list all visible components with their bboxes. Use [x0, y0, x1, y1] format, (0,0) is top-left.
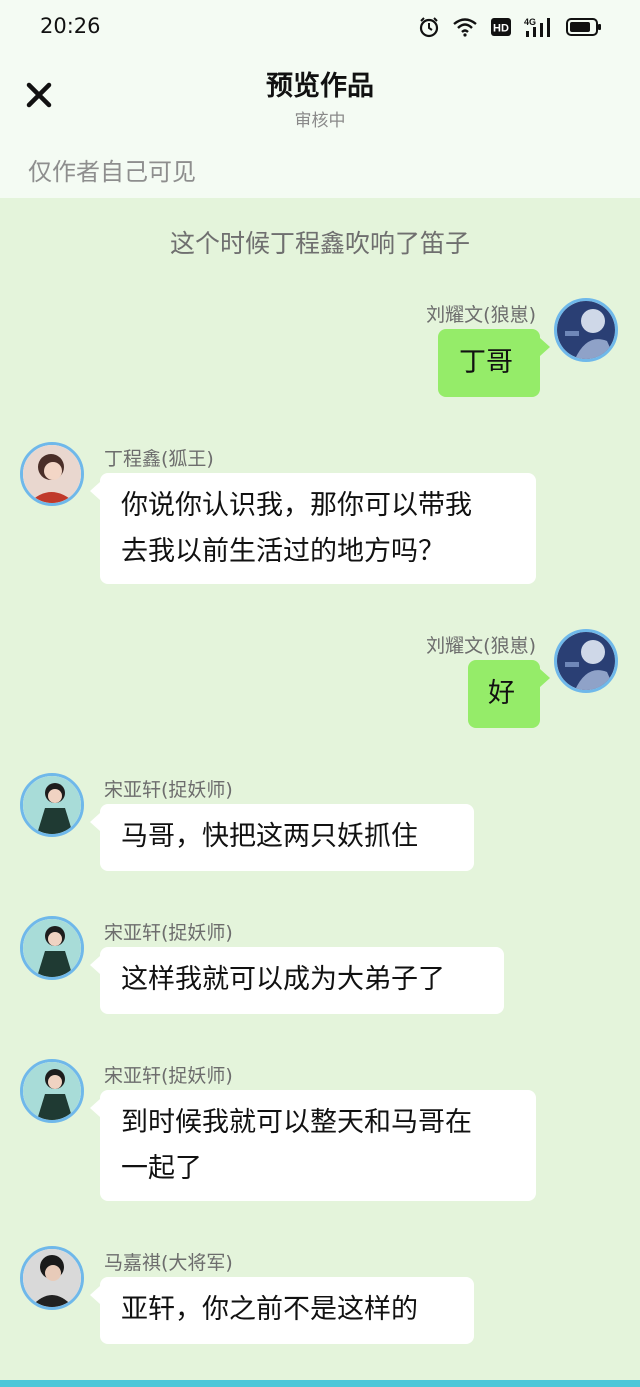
sender-name: 刘耀文(狼崽) — [426, 304, 536, 326]
message-bubble[interactable]: 这样我就可以成为大弟子了 — [100, 947, 504, 1014]
bubble-tail — [540, 669, 550, 687]
message-bubble[interactable]: 丁哥 — [438, 329, 540, 397]
sender-name: 丁程鑫(狐王) — [104, 448, 214, 470]
bubble-tail — [540, 338, 550, 356]
battery-icon — [566, 17, 602, 37]
page-title: 预览作品 — [266, 71, 374, 102]
hd-icon: HD — [490, 17, 512, 37]
message-bubble[interactable]: 马哥，快把这两只妖抓住 — [100, 804, 474, 871]
bubble-tail — [90, 1286, 100, 1304]
avatar[interactable] — [554, 629, 618, 693]
sender-name: 宋亚轩(捉妖师) — [104, 922, 233, 944]
message-line: 一起了 — [121, 1153, 202, 1184]
avatar[interactable] — [554, 298, 618, 362]
avatar[interactable] — [20, 1246, 84, 1310]
avatar[interactable] — [20, 1059, 84, 1123]
message-bubble[interactable]: 好 — [468, 660, 540, 728]
avatar[interactable] — [20, 442, 84, 506]
message-line: 到时候我就可以整天和马哥在 — [121, 1107, 472, 1138]
hd-label: HD — [493, 23, 509, 35]
narration-text: 这个时候丁程鑫吹响了笛子 — [169, 229, 470, 258]
message-bubble[interactable]: 亚轩，你之前不是这样的 — [100, 1277, 474, 1344]
bubble-tail — [90, 956, 100, 974]
status-time: 20:26 — [40, 14, 101, 38]
4g-signal-icon: 4G — [524, 16, 554, 38]
sender-name: 刘耀文(狼崽) — [426, 635, 536, 657]
alarm-icon — [418, 16, 440, 38]
review-status: 审核中 — [294, 111, 346, 131]
sender-name: 宋亚轩(捉妖师) — [104, 779, 233, 801]
sender-name: 马嘉祺(大将军) — [104, 1252, 233, 1274]
message-line: 你说你认识我，那你可以带我 — [121, 490, 472, 521]
message-line: 去我以前生活过的地方吗？ — [121, 536, 445, 567]
top-header: 20:26 HD 4G 预览作品 审核中 仅作者自己可见 — [0, 0, 640, 198]
avatar[interactable] — [20, 773, 84, 837]
bubble-tail — [90, 813, 100, 831]
message-bubble[interactable]: 到时候我就可以整天和马哥在 一起了 — [100, 1090, 536, 1201]
bottom-accent-bar — [0, 1380, 640, 1387]
network-label: 4G — [524, 17, 536, 27]
bubble-tail — [90, 1099, 100, 1117]
status-icons: HD 4G — [418, 16, 602, 38]
wifi-icon — [452, 17, 478, 37]
message-bubble[interactable]: 你说你认识我，那你可以带我 去我以前生活过的地方吗？ — [100, 473, 536, 584]
visibility-note: 仅作者自己可见 — [28, 158, 196, 186]
bubble-tail — [90, 482, 100, 500]
avatar[interactable] — [20, 916, 84, 980]
sender-name: 宋亚轩(捉妖师) — [104, 1065, 233, 1087]
